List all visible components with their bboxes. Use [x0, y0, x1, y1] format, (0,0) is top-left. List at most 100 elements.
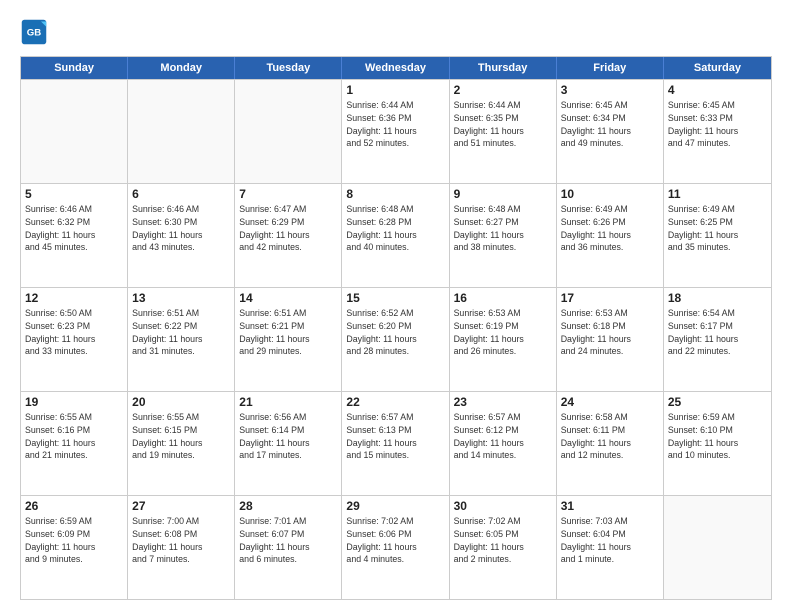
calendar-cell: 18Sunrise: 6:54 AM Sunset: 6:17 PM Dayli… [664, 288, 771, 391]
cell-day-number: 17 [561, 291, 659, 305]
cell-info: Sunrise: 6:45 AM Sunset: 6:33 PM Dayligh… [668, 99, 767, 150]
weekday-header-friday: Friday [557, 57, 664, 79]
cell-info: Sunrise: 6:46 AM Sunset: 6:30 PM Dayligh… [132, 203, 230, 254]
cell-info: Sunrise: 6:58 AM Sunset: 6:11 PM Dayligh… [561, 411, 659, 462]
weekday-header-thursday: Thursday [450, 57, 557, 79]
cell-info: Sunrise: 6:51 AM Sunset: 6:21 PM Dayligh… [239, 307, 337, 358]
calendar-cell: 14 Sunrise: 6:51 AM Sunset: 6:21 PM Dayli… [235, 288, 342, 391]
calendar-cell [21, 80, 128, 183]
calendar-cell: 2Sunrise: 6:44 AM Sunset: 6:35 PM Daylig… [450, 80, 557, 183]
calendar-cell: 19 Sunrise: 6:55 AM Sunset: 6:16 PM Dayli… [21, 392, 128, 495]
calendar-cell: 31Sunrise: 7:03 AM Sunset: 6:04 PM Dayli… [557, 496, 664, 599]
cell-info: Sunrise: 6:49 AM Sunset: 6:25 PM Dayligh… [668, 203, 767, 254]
weekday-header-tuesday: Tuesday [235, 57, 342, 79]
calendar-row-2: 12 Sunrise: 6:50 AM Sunset: 6:23 PM Dayli… [21, 287, 771, 391]
calendar-cell: 26 Sunrise: 6:59 AM Sunset: 6:09 PM Dayli… [21, 496, 128, 599]
cell-info: Sunrise: 6:53 AM Sunset: 6:18 PM Dayligh… [561, 307, 659, 358]
cell-day-number: 25 [668, 395, 767, 409]
calendar-cell [235, 80, 342, 183]
cell-day-number: 11 [668, 187, 767, 201]
calendar-cell: 22Sunrise: 6:57 AM Sunset: 6:13 PM Dayli… [342, 392, 449, 495]
cell-info: Sunrise: 6:48 AM Sunset: 6:27 PM Dayligh… [454, 203, 552, 254]
cell-info: Sunrise: 7:02 AM Sunset: 6:06 PM Dayligh… [346, 515, 444, 566]
cell-info: Sunrise: 6:55 AM Sunset: 6:16 PM Dayligh… [25, 411, 123, 462]
cell-day-number: 20 [132, 395, 230, 409]
calendar-cell: 7 Sunrise: 6:47 AM Sunset: 6:29 PM Daylig… [235, 184, 342, 287]
calendar-cell: 9 Sunrise: 6:48 AM Sunset: 6:27 PM Daylig… [450, 184, 557, 287]
cell-info: Sunrise: 6:53 AM Sunset: 6:19 PM Dayligh… [454, 307, 552, 358]
cell-info: Sunrise: 6:57 AM Sunset: 6:13 PM Dayligh… [346, 411, 444, 462]
calendar-body: 1Sunrise: 6:44 AM Sunset: 6:36 PM Daylig… [21, 79, 771, 599]
calendar-cell: 15 Sunrise: 6:52 AM Sunset: 6:20 PM Dayli… [342, 288, 449, 391]
cell-day-number: 19 [25, 395, 123, 409]
cell-day-number: 7 [239, 187, 337, 201]
calendar-row-3: 19 Sunrise: 6:55 AM Sunset: 6:16 PM Dayli… [21, 391, 771, 495]
cell-info: Sunrise: 7:02 AM Sunset: 6:05 PM Dayligh… [454, 515, 552, 566]
calendar-row-4: 26 Sunrise: 6:59 AM Sunset: 6:09 PM Dayli… [21, 495, 771, 599]
cell-info: Sunrise: 6:46 AM Sunset: 6:32 PM Dayligh… [25, 203, 123, 254]
calendar-cell: 27 Sunrise: 7:00 AM Sunset: 6:08 PM Dayli… [128, 496, 235, 599]
calendar-cell: 1Sunrise: 6:44 AM Sunset: 6:36 PM Daylig… [342, 80, 449, 183]
cell-day-number: 14 [239, 291, 337, 305]
cell-day-number: 12 [25, 291, 123, 305]
cell-day-number: 23 [454, 395, 552, 409]
cell-day-number: 1 [346, 83, 444, 97]
cell-info: Sunrise: 6:44 AM Sunset: 6:35 PM Dayligh… [454, 99, 552, 150]
calendar-cell: 16Sunrise: 6:53 AM Sunset: 6:19 PM Dayli… [450, 288, 557, 391]
cell-info: Sunrise: 6:50 AM Sunset: 6:23 PM Dayligh… [25, 307, 123, 358]
cell-day-number: 27 [132, 499, 230, 513]
cell-day-number: 24 [561, 395, 659, 409]
calendar-cell: 17 Sunrise: 6:53 AM Sunset: 6:18 PM Dayli… [557, 288, 664, 391]
calendar-cell: 13 Sunrise: 6:51 AM Sunset: 6:22 PM Dayli… [128, 288, 235, 391]
calendar-cell: 5 Sunrise: 6:46 AM Sunset: 6:32 PM Daylig… [21, 184, 128, 287]
cell-info: Sunrise: 6:59 AM Sunset: 6:09 PM Dayligh… [25, 515, 123, 566]
weekday-header-sunday: Sunday [21, 57, 128, 79]
calendar-cell [128, 80, 235, 183]
calendar-row-0: 1Sunrise: 6:44 AM Sunset: 6:36 PM Daylig… [21, 79, 771, 183]
calendar-cell: 10Sunrise: 6:49 AM Sunset: 6:26 PM Dayli… [557, 184, 664, 287]
cell-day-number: 13 [132, 291, 230, 305]
cell-info: Sunrise: 6:57 AM Sunset: 6:12 PM Dayligh… [454, 411, 552, 462]
cell-day-number: 9 [454, 187, 552, 201]
header: GB [20, 18, 772, 46]
svg-text:GB: GB [27, 28, 41, 39]
cell-day-number: 26 [25, 499, 123, 513]
cell-day-number: 28 [239, 499, 337, 513]
cell-info: Sunrise: 6:59 AM Sunset: 6:10 PM Dayligh… [668, 411, 767, 462]
calendar-cell: 11 Sunrise: 6:49 AM Sunset: 6:25 PM Dayli… [664, 184, 771, 287]
cell-info: Sunrise: 6:52 AM Sunset: 6:20 PM Dayligh… [346, 307, 444, 358]
calendar-cell: 23 Sunrise: 6:57 AM Sunset: 6:12 PM Dayli… [450, 392, 557, 495]
calendar-row-1: 5 Sunrise: 6:46 AM Sunset: 6:32 PM Daylig… [21, 183, 771, 287]
calendar-cell: 28 Sunrise: 7:01 AM Sunset: 6:07 PM Dayli… [235, 496, 342, 599]
calendar-cell: 8Sunrise: 6:48 AM Sunset: 6:28 PM Daylig… [342, 184, 449, 287]
calendar-cell: 21 Sunrise: 6:56 AM Sunset: 6:14 PM Dayli… [235, 392, 342, 495]
calendar-cell: 25 Sunrise: 6:59 AM Sunset: 6:10 PM Dayli… [664, 392, 771, 495]
calendar-header: SundayMondayTuesdayWednesdayThursdayFrid… [21, 57, 771, 79]
calendar-cell: 6Sunrise: 6:46 AM Sunset: 6:30 PM Daylig… [128, 184, 235, 287]
cell-day-number: 31 [561, 499, 659, 513]
cell-info: Sunrise: 6:55 AM Sunset: 6:15 PM Dayligh… [132, 411, 230, 462]
weekday-header-monday: Monday [128, 57, 235, 79]
calendar-cell [664, 496, 771, 599]
cell-info: Sunrise: 6:54 AM Sunset: 6:17 PM Dayligh… [668, 307, 767, 358]
cell-info: Sunrise: 6:47 AM Sunset: 6:29 PM Dayligh… [239, 203, 337, 254]
cell-day-number: 10 [561, 187, 659, 201]
calendar-cell: 4 Sunrise: 6:45 AM Sunset: 6:33 PM Daylig… [664, 80, 771, 183]
cell-info: Sunrise: 6:51 AM Sunset: 6:22 PM Dayligh… [132, 307, 230, 358]
logo-icon: GB [20, 18, 48, 46]
cell-info: Sunrise: 6:45 AM Sunset: 6:34 PM Dayligh… [561, 99, 659, 150]
cell-info: Sunrise: 7:00 AM Sunset: 6:08 PM Dayligh… [132, 515, 230, 566]
calendar: SundayMondayTuesdayWednesdayThursdayFrid… [20, 56, 772, 600]
cell-day-number: 4 [668, 83, 767, 97]
cell-day-number: 29 [346, 499, 444, 513]
cell-day-number: 5 [25, 187, 123, 201]
calendar-cell: 3 Sunrise: 6:45 AM Sunset: 6:34 PM Daylig… [557, 80, 664, 183]
cell-day-number: 3 [561, 83, 659, 97]
cell-info: Sunrise: 6:56 AM Sunset: 6:14 PM Dayligh… [239, 411, 337, 462]
cell-day-number: 21 [239, 395, 337, 409]
cell-day-number: 15 [346, 291, 444, 305]
calendar-cell: 20 Sunrise: 6:55 AM Sunset: 6:15 PM Dayli… [128, 392, 235, 495]
cell-info: Sunrise: 6:48 AM Sunset: 6:28 PM Dayligh… [346, 203, 444, 254]
cell-info: Sunrise: 7:01 AM Sunset: 6:07 PM Dayligh… [239, 515, 337, 566]
calendar-cell: 12 Sunrise: 6:50 AM Sunset: 6:23 PM Dayli… [21, 288, 128, 391]
